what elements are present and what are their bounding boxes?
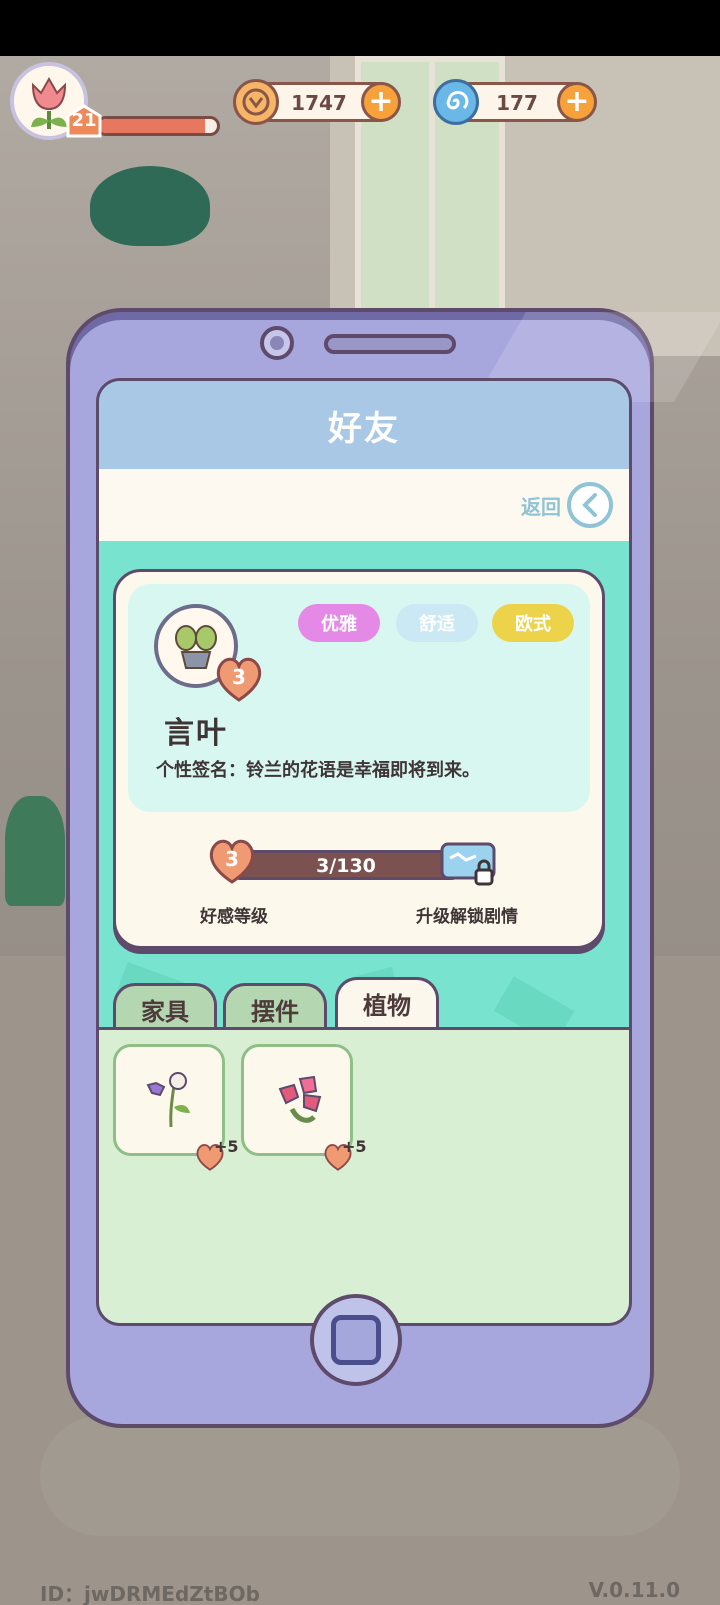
heart-icon [302, 1129, 352, 1171]
item-grid: +5 +5 [99, 1027, 629, 1323]
version-label: V.0.11.0 [588, 1578, 680, 1602]
item-card[interactable]: +5 [241, 1044, 367, 1171]
xp-bar [96, 116, 220, 136]
back-button[interactable]: 返回 [521, 481, 613, 529]
affinity-heart-icon: 3 [206, 838, 258, 884]
dialog-header: 好友 [99, 381, 629, 469]
coin-icon [233, 79, 279, 125]
spiral-icon [433, 79, 479, 125]
status-bar [0, 0, 720, 56]
affinity-bonus: +5 [342, 1137, 367, 1156]
affinity-bar: 3/130 [234, 850, 458, 880]
level-badge: 21 [66, 104, 102, 138]
unlock-story-label: 升级解锁剧情 [416, 907, 518, 927]
tag-comfortable: 舒适 [396, 604, 478, 642]
affinity-bonus: +5 [214, 1137, 239, 1156]
tab-furniture[interactable]: 家具 [113, 983, 217, 1033]
home-button[interactable] [310, 1294, 402, 1386]
gem-value: 177 [496, 91, 538, 115]
friend-profile-card: 3 优雅 舒适 欧式 言叶 个性签名：铃兰的花语是幸福即将到来。 3/130 3 [113, 569, 605, 949]
pink-lily-icon [278, 1075, 322, 1123]
dialog-title: 好友 [328, 408, 400, 449]
dialog-toolbar: 返回 [99, 469, 629, 541]
add-gem-button[interactable]: + [557, 82, 597, 122]
xp-fill [99, 119, 206, 133]
coin-counter: 1747 + [233, 79, 401, 125]
tab-ornaments[interactable]: 摆件 [223, 983, 327, 1033]
player-id: ID：jwDRMEdZtBOb [40, 1582, 260, 1605]
heart-icon [174, 1129, 224, 1171]
coin-value: 1747 [291, 91, 347, 115]
locked-story-icon[interactable] [438, 840, 498, 888]
friend-signature: 个性签名：铃兰的花语是幸福即将到来。 [156, 760, 480, 781]
gem-counter: 177 + [433, 79, 597, 125]
potted-plant-decor [5, 796, 65, 906]
chevron-left-icon [567, 482, 613, 528]
phone-camera [260, 326, 294, 360]
affinity-progress-text: 3/130 [316, 855, 376, 877]
affinity-level: 3 [225, 847, 239, 871]
phone-speaker [324, 334, 456, 354]
potted-plant-decor [90, 166, 210, 246]
back-label: 返回 [521, 494, 561, 519]
phone-dialog: 好友 返回 3 优雅 舒适 欧式 言叶 个性签名：铃兰的花语是幸福即将到来。 3… [66, 308, 720, 1428]
category-tabs: 家具 摆件 植物 [113, 977, 629, 1033]
tab-plants[interactable]: 植物 [335, 977, 439, 1027]
tag-elegant: 优雅 [298, 604, 380, 642]
friend-name: 言叶 [164, 716, 228, 751]
item-card[interactable]: +5 [113, 1044, 239, 1171]
friend-heart-level: 3 [232, 665, 246, 689]
home-square-icon [331, 1315, 381, 1365]
level-value: 21 [71, 110, 97, 131]
add-coin-button[interactable]: + [361, 82, 401, 122]
friend-info-panel: 3 优雅 舒适 欧式 言叶 个性签名：铃兰的花语是幸福即将到来。 [128, 584, 590, 812]
rug [40, 1416, 680, 1536]
purple-flower-icon [146, 1072, 190, 1128]
tag-european: 欧式 [492, 604, 574, 642]
affinity-progress: 3/130 3 [209, 839, 502, 890]
friend-heart-badge: 3 [214, 656, 264, 702]
phone-screen: 好友 返回 3 优雅 舒适 欧式 言叶 个性签名：铃兰的花语是幸福即将到来。 3… [96, 378, 632, 1326]
affinity-label: 好感等级 [200, 907, 268, 927]
